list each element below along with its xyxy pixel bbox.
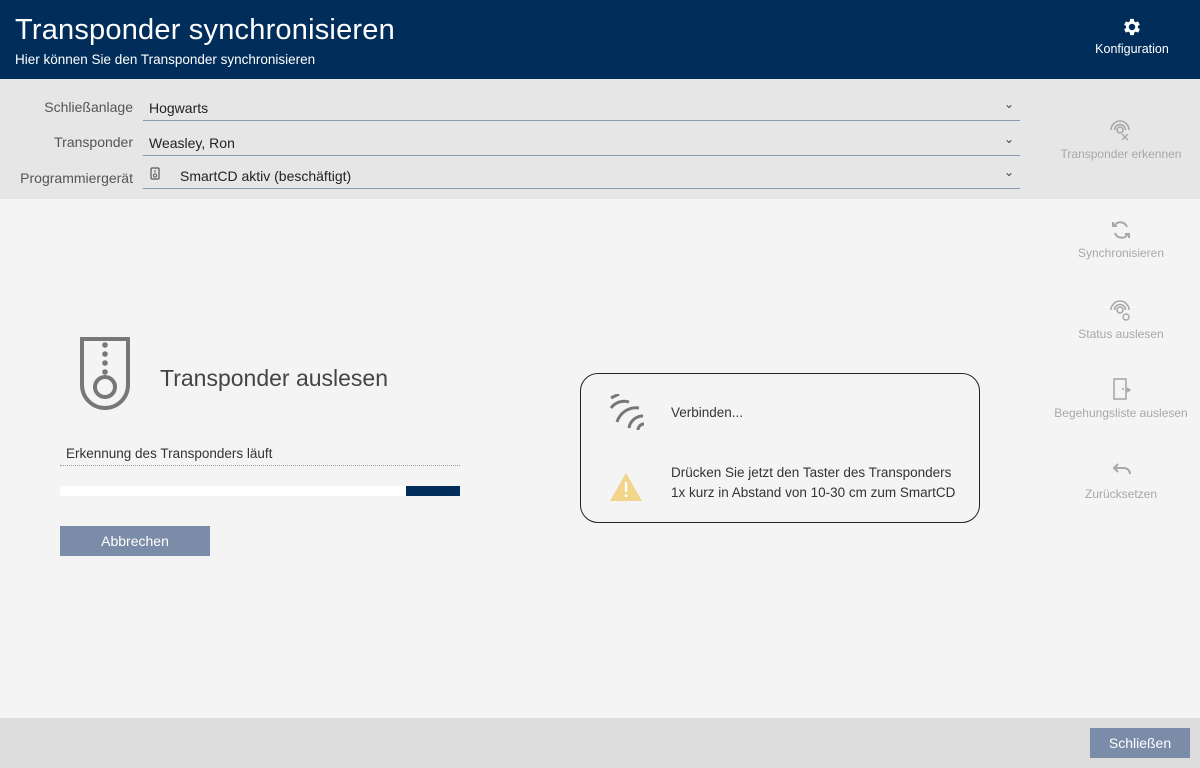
synchronize-button[interactable]: Synchronisieren xyxy=(1051,218,1191,260)
detect-transponder-label: Transponder erkennen xyxy=(1060,147,1182,161)
page-subtitle: Hier können Sie den Transponder synchron… xyxy=(15,52,316,67)
transponder-select[interactable]: Weasley, Ron ⌄ xyxy=(143,128,1020,156)
chevron-down-icon: ⌄ xyxy=(1003,132,1014,146)
header-bar: Transponder synchronisieren Hier können … xyxy=(0,0,1200,79)
detection-status-text: Erkennung des Transponders läuft xyxy=(60,446,460,466)
read-transponder-title: Transponder auslesen xyxy=(160,365,389,391)
chevron-down-icon: ⌄ xyxy=(1003,97,1014,111)
transponder-row: Transponder Weasley, Ron ⌄ xyxy=(0,128,1030,156)
lock-system-row: Schließanlage Hogwarts ⌄ xyxy=(0,93,1030,121)
reset-label: Zurücksetzen xyxy=(1084,487,1158,501)
programmer-select[interactable]: SmartCD aktiv (beschäftigt) ⌄ xyxy=(143,161,1020,189)
read-access-list-label: Begehungsliste auslesen xyxy=(1054,406,1188,420)
configuration-button[interactable]: Konfiguration xyxy=(1080,16,1184,56)
configuration-label: Konfiguration xyxy=(1095,42,1169,56)
lock-system-select[interactable]: Hogwarts ⌄ xyxy=(143,93,1020,121)
selection-panel: Schließanlage Hogwarts ⌄ Transponder Wea… xyxy=(0,79,1200,199)
instruction-text: Drücken Sie jetzt den Taster des Transpo… xyxy=(671,463,955,503)
undo-icon xyxy=(1112,463,1131,475)
transponder-key-icon xyxy=(80,337,130,410)
connecting-text: Verbinden... xyxy=(671,405,744,420)
warning-icon xyxy=(610,473,642,501)
detect-transponder-button[interactable]: Transponder erkennen xyxy=(1051,117,1191,161)
read-status-label: Status auslesen xyxy=(1078,327,1164,341)
wireless-signal-icon xyxy=(609,394,645,431)
lock-system-label: Schließanlage xyxy=(44,99,133,115)
read-access-list-button[interactable]: Begehungsliste auslesen xyxy=(1051,376,1191,420)
transponder-value: Weasley, Ron xyxy=(149,135,235,151)
programmer-value: SmartCD aktiv (beschäftigt) xyxy=(180,168,352,184)
transponder-label: Transponder xyxy=(54,134,133,150)
sync-icon xyxy=(1112,221,1130,239)
instruction-line-1: Drücken Sie jetzt den Taster des Transpo… xyxy=(671,465,952,480)
chevron-down-icon: ⌄ xyxy=(1003,165,1014,179)
smartcd-device-icon xyxy=(150,167,160,180)
programmer-row: Programmiergerät SmartCD aktiv (beschäft… xyxy=(0,161,1030,189)
programmer-label: Programmiergerät xyxy=(20,170,133,186)
door-list-icon xyxy=(1113,378,1132,400)
progress-indicator xyxy=(406,486,460,496)
cancel-button[interactable]: Abbrechen xyxy=(60,526,210,556)
transponder-detect-icon xyxy=(1110,120,1130,141)
progress-bar xyxy=(60,486,460,496)
synchronize-label: Synchronisieren xyxy=(1077,246,1165,260)
instruction-line-2: 1x kurz in Abstand von 10-30 cm zum Smar… xyxy=(671,485,956,500)
footer-bar: Schließen xyxy=(0,718,1200,768)
instruction-box: Verbinden... Drücken Sie jetzt den Taste… xyxy=(580,373,980,523)
page-title: Transponder synchronisieren xyxy=(15,14,395,46)
reset-button[interactable]: Zurücksetzen xyxy=(1051,459,1191,501)
lock-system-value: Hogwarts xyxy=(149,100,209,116)
gear-icon xyxy=(1124,18,1140,36)
close-button[interactable]: Schließen xyxy=(1090,728,1190,758)
transponder-status-icon xyxy=(1110,300,1130,321)
read-status-button[interactable]: Status auslesen xyxy=(1051,297,1191,341)
